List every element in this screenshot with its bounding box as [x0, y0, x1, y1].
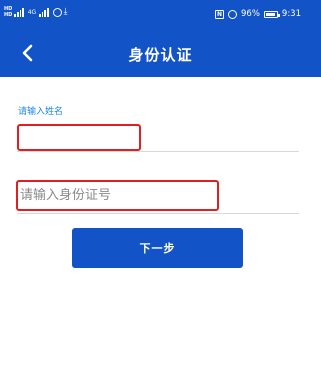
status-bar: HD HD 4G ⤓ N 96% 9:31: [0, 0, 321, 30]
signal-icon: [14, 7, 24, 17]
name-input[interactable]: [17, 124, 141, 151]
name-underline: [17, 151, 299, 152]
alarm-icon: [228, 9, 237, 19]
notification-icon: [52, 7, 62, 17]
download-icon: ⤓: [63, 6, 68, 17]
status-left: HD HD 4G ⤓: [4, 6, 68, 18]
next-step-button[interactable]: 下一步: [72, 228, 243, 268]
signal-icon: [39, 7, 49, 17]
screen: HD HD 4G ⤓ N 96% 9:31 身份认证 请输入姓名 请输入身份证号…: [0, 0, 321, 381]
app-bar: 身份认证: [0, 30, 321, 77]
name-label: 请输入姓名: [18, 107, 64, 117]
id-number-input[interactable]: [16, 180, 219, 211]
battery-percent: 96%: [241, 9, 260, 19]
nfc-icon: N: [215, 9, 224, 19]
id-underline: [17, 213, 299, 214]
clock: 9:31: [281, 9, 301, 19]
network-type-label: 4G: [27, 8, 37, 16]
page-title: 身份认证: [128, 46, 193, 64]
form-card: 请输入姓名 下一步: [0, 77, 321, 381]
sim-tag-stack: HD HD: [4, 6, 12, 18]
status-right: N 96% 9:31: [215, 9, 301, 19]
sim-tag: HD: [4, 12, 13, 18]
battery-icon: [263, 10, 280, 18]
